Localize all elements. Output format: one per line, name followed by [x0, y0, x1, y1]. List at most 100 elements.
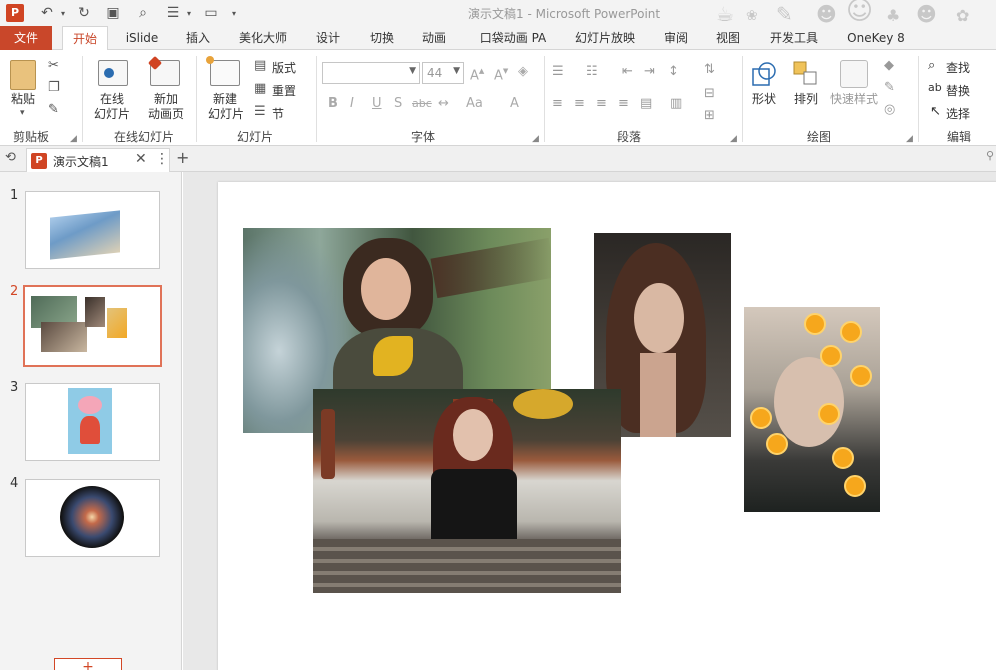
select-button[interactable]: 选择: [946, 105, 970, 122]
new-animation-page-button-line1[interactable]: 新加: [140, 92, 192, 107]
align-text-icon[interactable]: ⊟: [704, 86, 715, 101]
shape-fill-icon[interactable]: ◆: [884, 58, 894, 73]
reset-button[interactable]: 重置: [272, 82, 296, 99]
replace-icon[interactable]: ab: [928, 81, 942, 94]
print-preview-icon[interactable]: ⌕: [132, 3, 154, 23]
new-slide-button-line2[interactable]: 幻灯片: [198, 107, 254, 122]
paste-icon[interactable]: [10, 60, 36, 90]
line-spacing-icon[interactable]: ↕: [668, 64, 679, 79]
new-slide-button-line1[interactable]: 新建: [200, 92, 250, 107]
font-launcher-icon[interactable]: ◢: [532, 134, 539, 144]
paste-button[interactable]: 粘贴: [6, 92, 40, 107]
justify-icon[interactable]: ≡: [618, 96, 629, 111]
tab-review[interactable]: 审阅: [656, 26, 696, 50]
bullets-icon[interactable]: ☰: [552, 64, 564, 79]
increase-indent-icon[interactable]: ⇥: [644, 64, 655, 79]
arrange-button[interactable]: 排列: [788, 92, 824, 107]
shapes-icon[interactable]: [750, 60, 778, 88]
document-tab[interactable]: P 演示文稿1 ✕ ⋮: [26, 148, 170, 172]
tab-home[interactable]: 开始: [62, 26, 108, 51]
new-slide-quick-icon[interactable]: ☰: [162, 3, 184, 23]
increase-font-icon[interactable]: A▴: [470, 64, 484, 83]
tab-transitions[interactable]: 切换: [362, 26, 402, 50]
change-case-icon[interactable]: Aa: [466, 96, 483, 111]
tab-file[interactable]: 文件: [0, 26, 52, 50]
tab-design[interactable]: 设计: [308, 26, 348, 50]
paragraph-launcher-icon[interactable]: ◢: [730, 134, 737, 144]
tab-view[interactable]: 视图: [708, 26, 748, 50]
convert-to-smartart-icon[interactable]: ⊞: [704, 108, 715, 123]
distributed-icon[interactable]: ▤: [640, 96, 652, 111]
columns-icon[interactable]: ▥: [670, 96, 682, 111]
find-icon[interactable]: ⌕: [928, 58, 935, 73]
italic-icon[interactable]: I: [350, 96, 354, 111]
shadow-icon[interactable]: S: [394, 96, 402, 111]
redo-icon[interactable]: ↻: [74, 3, 94, 23]
clear-formatting-icon[interactable]: ◈: [518, 64, 528, 79]
slide-thumbnail-4[interactable]: [25, 479, 160, 557]
new-animation-page-button-line2[interactable]: 动画页: [138, 107, 194, 122]
tab-insert[interactable]: 插入: [178, 26, 218, 50]
font-name-combo[interactable]: ▼: [322, 62, 420, 84]
photo-woman-on-bench[interactable]: [313, 389, 621, 593]
shapes-button[interactable]: 形状: [746, 92, 782, 107]
tab-animations[interactable]: 动画: [414, 26, 454, 50]
add-slide-button[interactable]: +: [54, 658, 122, 670]
tab-slideshow[interactable]: 幻灯片放映: [566, 26, 644, 50]
clipboard-launcher-icon[interactable]: ◢: [70, 134, 77, 144]
customize-quick-access-icon[interactable]: ▾: [228, 3, 240, 23]
slide-thumbnail-3[interactable]: [25, 383, 160, 461]
reset-icon[interactable]: ▦: [254, 81, 266, 96]
more-options-icon[interactable]: ⋮: [155, 151, 169, 167]
section-icon[interactable]: ☰: [254, 104, 266, 119]
undo-icon[interactable]: ↶: [36, 3, 58, 23]
align-right-icon[interactable]: ≡: [596, 96, 607, 111]
pin-icon[interactable]: ⚲: [986, 149, 994, 162]
find-button[interactable]: 查找: [946, 59, 970, 76]
replace-button[interactable]: 替换: [946, 82, 970, 99]
align-center-icon[interactable]: ≡: [574, 96, 585, 111]
decrease-indent-icon[interactable]: ⇤: [622, 64, 633, 79]
character-spacing-icon[interactable]: ↔: [438, 96, 449, 111]
numbering-icon[interactable]: ☷: [586, 64, 598, 79]
close-icon[interactable]: ✕: [135, 151, 147, 167]
current-slide-canvas[interactable]: [218, 182, 996, 670]
new-tab-plus-icon[interactable]: +: [176, 148, 189, 167]
quick-styles-icon[interactable]: [840, 60, 868, 88]
font-color-icon[interactable]: A: [510, 96, 519, 111]
arrange-icon[interactable]: [792, 60, 820, 88]
cut-icon[interactable]: ✂: [48, 58, 59, 73]
copy-icon[interactable]: ❐: [48, 80, 60, 95]
align-left-icon[interactable]: ≡: [552, 96, 563, 111]
online-slides-button-line1[interactable]: 在线: [86, 92, 138, 107]
decrease-font-icon[interactable]: A▾: [494, 64, 508, 83]
new-slide-quick-dropdown-icon[interactable]: ▾: [184, 3, 194, 23]
tab-beautify-master[interactable]: 美化大师: [232, 26, 294, 50]
text-direction-icon[interactable]: ⇅: [704, 62, 715, 77]
shape-outline-icon[interactable]: ✎: [884, 80, 895, 95]
tab-islide[interactable]: iSlide: [118, 26, 166, 50]
photo-woman-with-oranges[interactable]: [744, 307, 880, 512]
select-cursor-icon[interactable]: ↖: [930, 104, 941, 119]
present-from-start-icon[interactable]: ▣: [102, 3, 124, 23]
drawing-launcher-icon[interactable]: ◢: [906, 134, 913, 144]
layout-button[interactable]: 版式: [272, 59, 296, 76]
quick-styles-button[interactable]: 快速样式: [826, 92, 882, 107]
save-icon[interactable]: ▭: [200, 3, 222, 23]
format-painter-icon[interactable]: ✎: [48, 102, 59, 117]
font-size-combo[interactable]: 44 ▼: [422, 62, 464, 84]
shape-effects-icon[interactable]: ◎: [884, 102, 895, 117]
bold-icon[interactable]: B: [328, 96, 338, 111]
tab-onekey[interactable]: OneKey 8: [840, 26, 912, 50]
section-button[interactable]: 节: [272, 105, 284, 122]
underline-icon[interactable]: U: [372, 96, 382, 111]
online-slides-button-line2[interactable]: 幻灯片: [84, 107, 140, 122]
new-slide-icon[interactable]: [210, 60, 240, 86]
strikethrough-icon[interactable]: abc: [412, 97, 432, 110]
paste-dropdown-icon[interactable]: ▾: [20, 108, 25, 118]
undo-dropdown-icon[interactable]: ▾: [58, 3, 68, 23]
layout-icon[interactable]: ▤: [254, 58, 266, 73]
slide-thumbnail-2[interactable]: [23, 285, 162, 367]
slide-thumbnail-1[interactable]: [25, 191, 160, 269]
tab-pocket-animation[interactable]: 口袋动画 PA: [470, 26, 556, 50]
